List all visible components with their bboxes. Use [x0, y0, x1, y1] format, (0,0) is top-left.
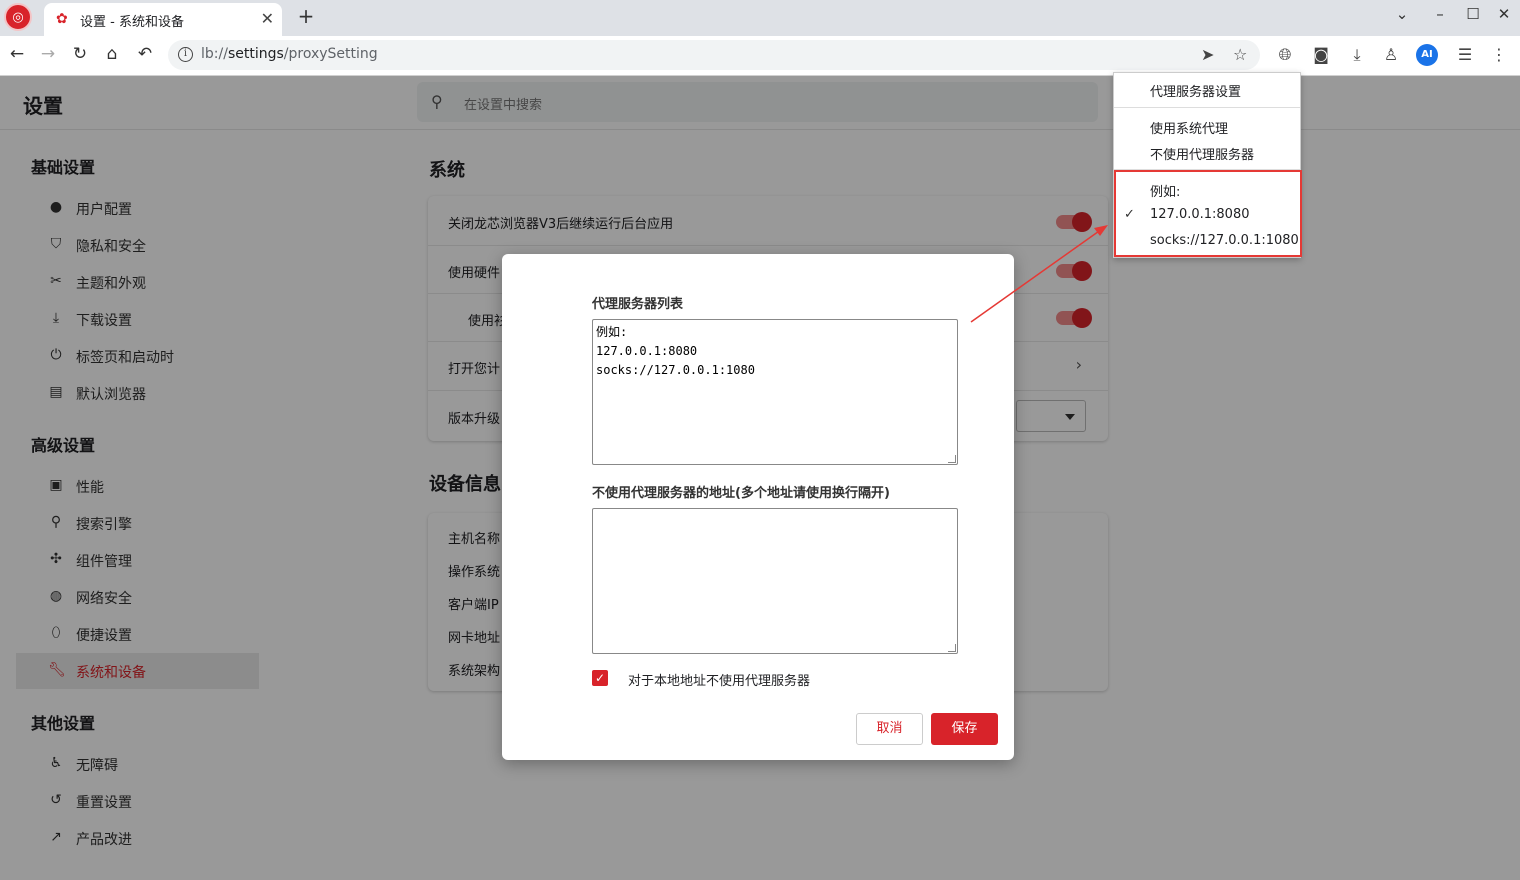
proxy-list-textarea[interactable]: 例如: 127.0.0.1:8080 socks://127.0.0.1:108… [592, 319, 958, 465]
home-icon[interactable]: ⌂ [101, 43, 123, 65]
bookmark-star-icon[interactable]: ☆ [1233, 45, 1247, 64]
forward-icon[interactable]: → [37, 43, 59, 65]
tab-close-icon[interactable]: ✕ [261, 9, 274, 28]
screenshot-camera-icon[interactable]: ◙ [1310, 44, 1332, 66]
menu-header-proxy-settings[interactable]: 代理服务器设置 [1150, 81, 1241, 100]
menu-kebab-icon[interactable]: ⋮ [1488, 44, 1510, 66]
address-bar[interactable]: i lb://settings/proxySetting ➤ ☆ [168, 40, 1260, 70]
menu-item-system-proxy[interactable]: 使用系统代理 [1150, 118, 1228, 137]
back-icon[interactable]: ← [6, 43, 28, 65]
maximize-icon[interactable]: ☐ [1463, 5, 1483, 23]
url-text[interactable]: lb://settings/proxySetting [201, 46, 378, 62]
resize-handle-icon[interactable] [948, 455, 956, 463]
menu-item-no-proxy[interactable]: 不使用代理服务器 [1150, 144, 1254, 163]
save-button[interactable]: 保存 [931, 713, 998, 745]
cancel-button[interactable]: 取消 [856, 713, 923, 745]
resize-handle-icon[interactable] [948, 644, 956, 652]
profile-icon[interactable]: ♙ [1380, 44, 1402, 66]
send-icon[interactable]: ➤ [1201, 45, 1214, 64]
proxy-settings-dialog: 代理服务器列表 例如: 127.0.0.1:8080 socks://127.0… [502, 254, 1014, 760]
annotation-highlight-box [1114, 170, 1302, 257]
reload-icon[interactable]: ↻ [69, 43, 91, 65]
bypass-list-textarea[interactable] [592, 508, 958, 654]
ai-assistant-icon[interactable]: AI [1416, 44, 1438, 66]
proxy-globe-icon[interactable]: 🌐︎ [1274, 44, 1296, 66]
undo-icon[interactable]: ↶ [134, 43, 156, 65]
menu-divider [1114, 107, 1300, 108]
local-bypass-checkbox[interactable]: ✓ [592, 670, 608, 686]
tab-list-chevron-icon[interactable]: ⌄ [1392, 5, 1412, 23]
bypass-list-label: 不使用代理服务器的地址(多个地址请使用换行隔开) [592, 486, 890, 501]
proxy-list-value: 例如: 127.0.0.1:8080 socks://127.0.0.1:108… [596, 325, 755, 377]
site-info-icon[interactable]: i [178, 47, 193, 62]
local-bypass-label[interactable]: 对于本地地址不使用代理服务器 [628, 670, 810, 689]
proxy-list-label: 代理服务器列表 [592, 297, 684, 312]
tab-title: 设置 - 系统和设备 [80, 15, 184, 30]
active-tab[interactable]: ✿ 设置 - 系统和设备 ✕ [44, 3, 282, 36]
browser-toolbar: ← → ↻ ⌂ ↶ i lb://settings/proxySetting ➤… [0, 36, 1520, 76]
download-icon[interactable]: ⤓ [1346, 44, 1368, 66]
new-tab-icon[interactable]: + [296, 4, 316, 28]
browser-logo-icon[interactable]: ◎ [4, 3, 32, 31]
minimize-icon[interactable]: – [1430, 5, 1450, 23]
settings-gear-icon: ✿ [56, 11, 68, 27]
window-close-icon[interactable]: ✕ [1494, 5, 1514, 23]
extensions-icon[interactable]: ☰ [1454, 44, 1476, 66]
proxy-dropdown-menu: 代理服务器设置 使用系统代理 不使用代理服务器 例如: ✓ 127.0.0.1:… [1113, 72, 1302, 258]
tab-strip: ◎ ✿ 设置 - 系统和设备 ✕ + ⌄ – ☐ ✕ [0, 0, 1520, 36]
